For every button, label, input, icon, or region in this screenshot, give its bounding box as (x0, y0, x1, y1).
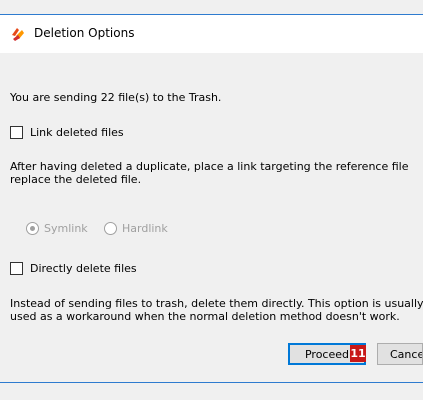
cancel-button-label: Cancel (390, 347, 422, 361)
hardlink-radio[interactable] (104, 222, 117, 235)
title-bar: Deletion Options (0, 15, 423, 53)
link-description-line1: After having deleted a duplicate, place … (10, 160, 409, 173)
step-badge: 11 (350, 345, 366, 362)
link-description-line2: replace the deleted file. (10, 173, 142, 186)
cancel-button[interactable]: Cancel (377, 343, 423, 365)
symlink-label: Symlink (44, 222, 88, 235)
dialog-title: Deletion Options (34, 26, 135, 40)
directly-delete-label[interactable]: Directly delete files (30, 262, 137, 275)
link-deleted-files-label[interactable]: Link deleted files (30, 126, 124, 139)
trash-message: You are sending 22 file(s) to the Trash. (10, 91, 222, 104)
app-icon (12, 28, 24, 41)
direct-description-line1: Instead of sending files to trash, delet… (10, 297, 423, 310)
symlink-radio[interactable] (26, 222, 39, 235)
background-top (0, 0, 423, 13)
proceed-button-label: Proceed (304, 347, 350, 361)
hardlink-label: Hardlink (122, 222, 168, 235)
link-deleted-files-checkbox[interactable] (10, 126, 23, 139)
direct-description-line2: used as a workaround when the normal del… (10, 310, 400, 323)
directly-delete-checkbox[interactable] (10, 262, 23, 275)
background-bottom (0, 384, 423, 400)
deletion-options-dialog: Deletion Options You are sending 22 file… (0, 14, 423, 383)
